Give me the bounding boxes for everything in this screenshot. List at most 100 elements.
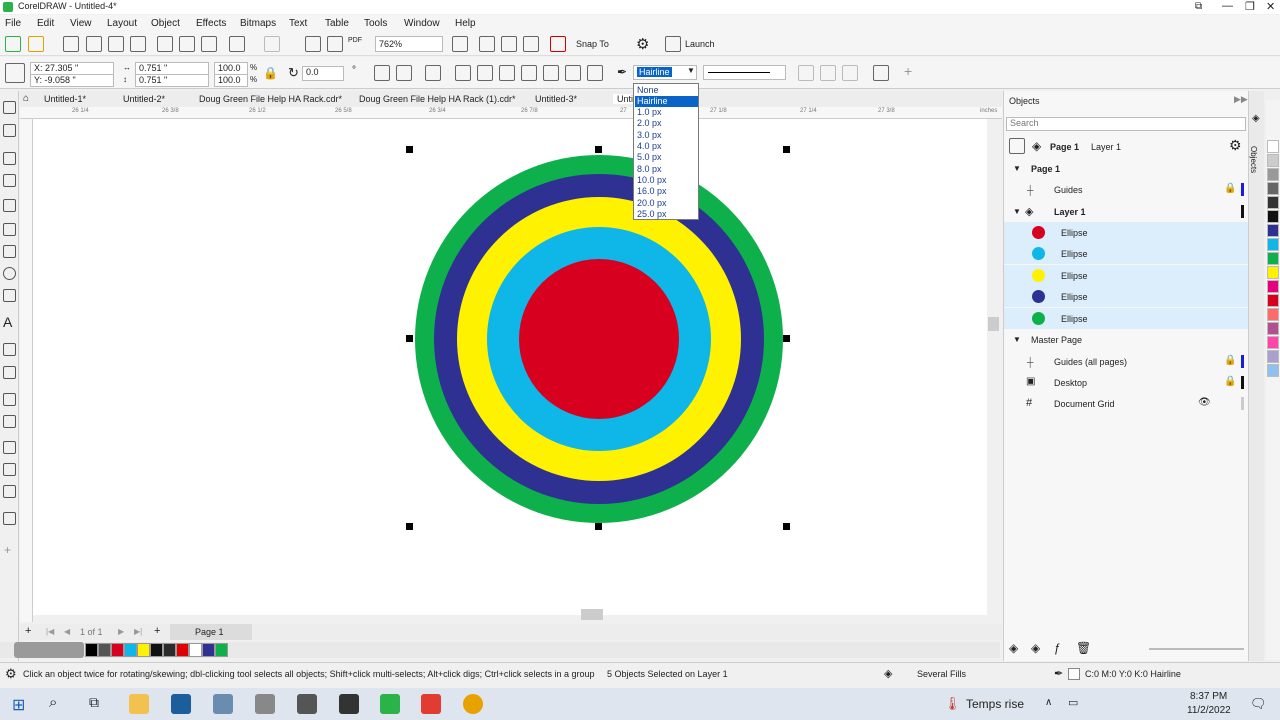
menu-object[interactable]: Object <box>151 18 180 29</box>
open-icon[interactable] <box>28 36 44 52</box>
tree-master-page[interactable]: ▼ Master Page <box>1004 329 1249 350</box>
lock-icon[interactable]: 🔒 <box>1224 183 1236 194</box>
new-layer-icon[interactable]: ◈ <box>1009 641 1018 655</box>
tree-ellipse[interactable]: Ellipse <box>1004 286 1249 307</box>
color-swatch[interactable] <box>1267 140 1279 153</box>
line-style-dropdown[interactable] <box>703 65 786 80</box>
menu-tools[interactable]: Tools <box>364 18 387 29</box>
option-10px[interactable]: 10.0 px <box>635 175 698 186</box>
network-icon[interactable]: ▭ <box>1068 696 1078 709</box>
ellipse-red[interactable] <box>519 259 679 419</box>
selection-handle[interactable] <box>595 523 602 530</box>
export-pdf-button[interactable]: PDF <box>348 37 362 44</box>
rectangle-tool-icon[interactable] <box>3 245 16 258</box>
menu-bitmaps[interactable]: Bitmaps <box>240 18 276 29</box>
weld-icon[interactable] <box>455 65 471 81</box>
color-swatch[interactable] <box>1267 196 1279 209</box>
tab-ha-rack[interactable]: Doug Green File Help HA Rack.cdr* <box>199 94 342 104</box>
task-view-icon[interactable]: ⧉ <box>89 694 99 711</box>
transparency-tool-icon[interactable] <box>3 415 16 428</box>
delete-icon[interactable]: 🗑 <box>1076 641 1091 655</box>
color-swatch[interactable] <box>189 643 202 657</box>
gear-icon[interactable]: ⚙ <box>1229 137 1242 154</box>
lock-icon[interactable]: 🔒 <box>1224 355 1236 366</box>
menu-window[interactable]: Window <box>404 18 440 29</box>
zoom-tool-icon[interactable] <box>3 174 16 187</box>
app-icon[interactable] <box>213 694 233 714</box>
tree-ellipse[interactable]: Ellipse <box>1004 243 1249 264</box>
polygon-tool-icon[interactable] <box>3 289 16 302</box>
tab-untitled-1[interactable]: Untitled-1* <box>44 94 86 104</box>
tree-guides[interactable]: ┼ Guides 🔒 <box>1004 179 1249 200</box>
interactive-fill-tool-icon[interactable] <box>3 463 16 476</box>
copy-icon[interactable] <box>179 36 195 52</box>
cut-icon[interactable] <box>157 36 173 52</box>
option-hairline[interactable]: Hairline <box>635 96 698 107</box>
color-swatch[interactable] <box>1267 294 1279 307</box>
option-3px[interactable]: 3.0 px <box>635 130 698 141</box>
option-4px[interactable]: 4.0 px <box>635 141 698 152</box>
menu-file[interactable]: File <box>5 18 21 29</box>
tree-ellipse[interactable]: Ellipse <box>1004 308 1249 329</box>
selection-handle[interactable] <box>406 146 413 153</box>
color-swatch[interactable] <box>111 643 124 657</box>
cloud-sync-icon[interactable] <box>108 36 124 52</box>
tree-ellipse[interactable]: Ellipse <box>1004 222 1249 243</box>
ellipse-tool-icon[interactable] <box>3 267 16 280</box>
option-8px[interactable]: 8.0 px <box>635 164 698 175</box>
color-swatch[interactable] <box>1267 224 1279 237</box>
simplify-icon[interactable] <box>521 65 537 81</box>
last-page-icon[interactable]: ▶| <box>134 627 142 636</box>
option-16px[interactable]: 16.0 px <box>635 186 698 197</box>
height-field[interactable]: 0.751 " <box>135 74 209 87</box>
add-icon[interactable]: + <box>904 63 912 79</box>
option-5px[interactable]: 5.0 px <box>635 152 698 163</box>
layers-tab-icon[interactable]: ◈ <box>1252 113 1260 124</box>
rulers-icon[interactable] <box>479 36 495 52</box>
app-s-red-icon[interactable] <box>421 694 441 714</box>
shape-tool-icon[interactable] <box>3 124 16 137</box>
color-swatch[interactable] <box>215 643 228 657</box>
color-swatch[interactable] <box>1267 154 1279 167</box>
home-icon[interactable]: ⌂ <box>23 93 29 104</box>
object-origin-icon[interactable] <box>5 63 25 83</box>
color-swatch[interactable] <box>1267 336 1279 349</box>
lock-ratio-icon[interactable]: 🔒 <box>263 66 278 80</box>
app-icon[interactable] <box>255 694 275 714</box>
horizontal-scrollbar-thumb[interactable] <box>581 609 603 620</box>
selection-handle[interactable] <box>595 146 602 153</box>
zoom-slider[interactable] <box>1149 648 1244 650</box>
expand-icon[interactable]: ▶▶ <box>1234 94 1248 105</box>
mirror-horizontal-icon[interactable] <box>374 65 390 81</box>
tree-document-grid[interactable]: # Document Grid 👁 <box>1004 393 1249 414</box>
first-page-icon[interactable]: |◀ <box>46 627 54 636</box>
connector-tool-icon[interactable] <box>3 366 16 379</box>
page-view-icon[interactable] <box>1009 138 1025 154</box>
coreldraw-taskbar-icon[interactable] <box>380 694 400 714</box>
full-screen-icon[interactable] <box>452 36 468 52</box>
file-explorer-icon[interactable] <box>129 694 149 714</box>
freehand-tool-icon[interactable] <box>3 199 16 212</box>
app-icon[interactable] <box>339 694 359 714</box>
redo-icon[interactable] <box>264 36 280 52</box>
tree-desktop[interactable]: ▣ Desktop 🔒 <box>1004 372 1249 393</box>
clock-time[interactable]: 8:37 PM <box>1190 691 1227 702</box>
page-tab[interactable]: Page 1 <box>170 624 252 640</box>
menu-help[interactable]: Help <box>455 18 476 29</box>
concentric-rings[interactable] <box>414 154 784 524</box>
color-swatch[interactable] <box>150 643 163 657</box>
option-25px[interactable]: 25.0 px <box>635 209 698 220</box>
next-page-icon[interactable]: ▶ <box>118 627 124 636</box>
undo-icon[interactable] <box>229 36 245 52</box>
color-swatch[interactable] <box>98 643 111 657</box>
app-icon[interactable] <box>297 694 317 714</box>
crop-tool-icon[interactable] <box>3 152 16 165</box>
guidelines-icon[interactable] <box>523 36 539 52</box>
selection-handle[interactable] <box>406 335 413 342</box>
search-icon[interactable]: ⌕ <box>49 694 57 711</box>
collapse-icon[interactable]: ▼ <box>1013 207 1021 216</box>
selection-handle[interactable] <box>783 335 790 342</box>
windows-start-icon[interactable]: ⊞ <box>12 695 25 715</box>
selection-handle[interactable] <box>783 523 790 530</box>
color-swatch[interactable] <box>1267 308 1279 321</box>
